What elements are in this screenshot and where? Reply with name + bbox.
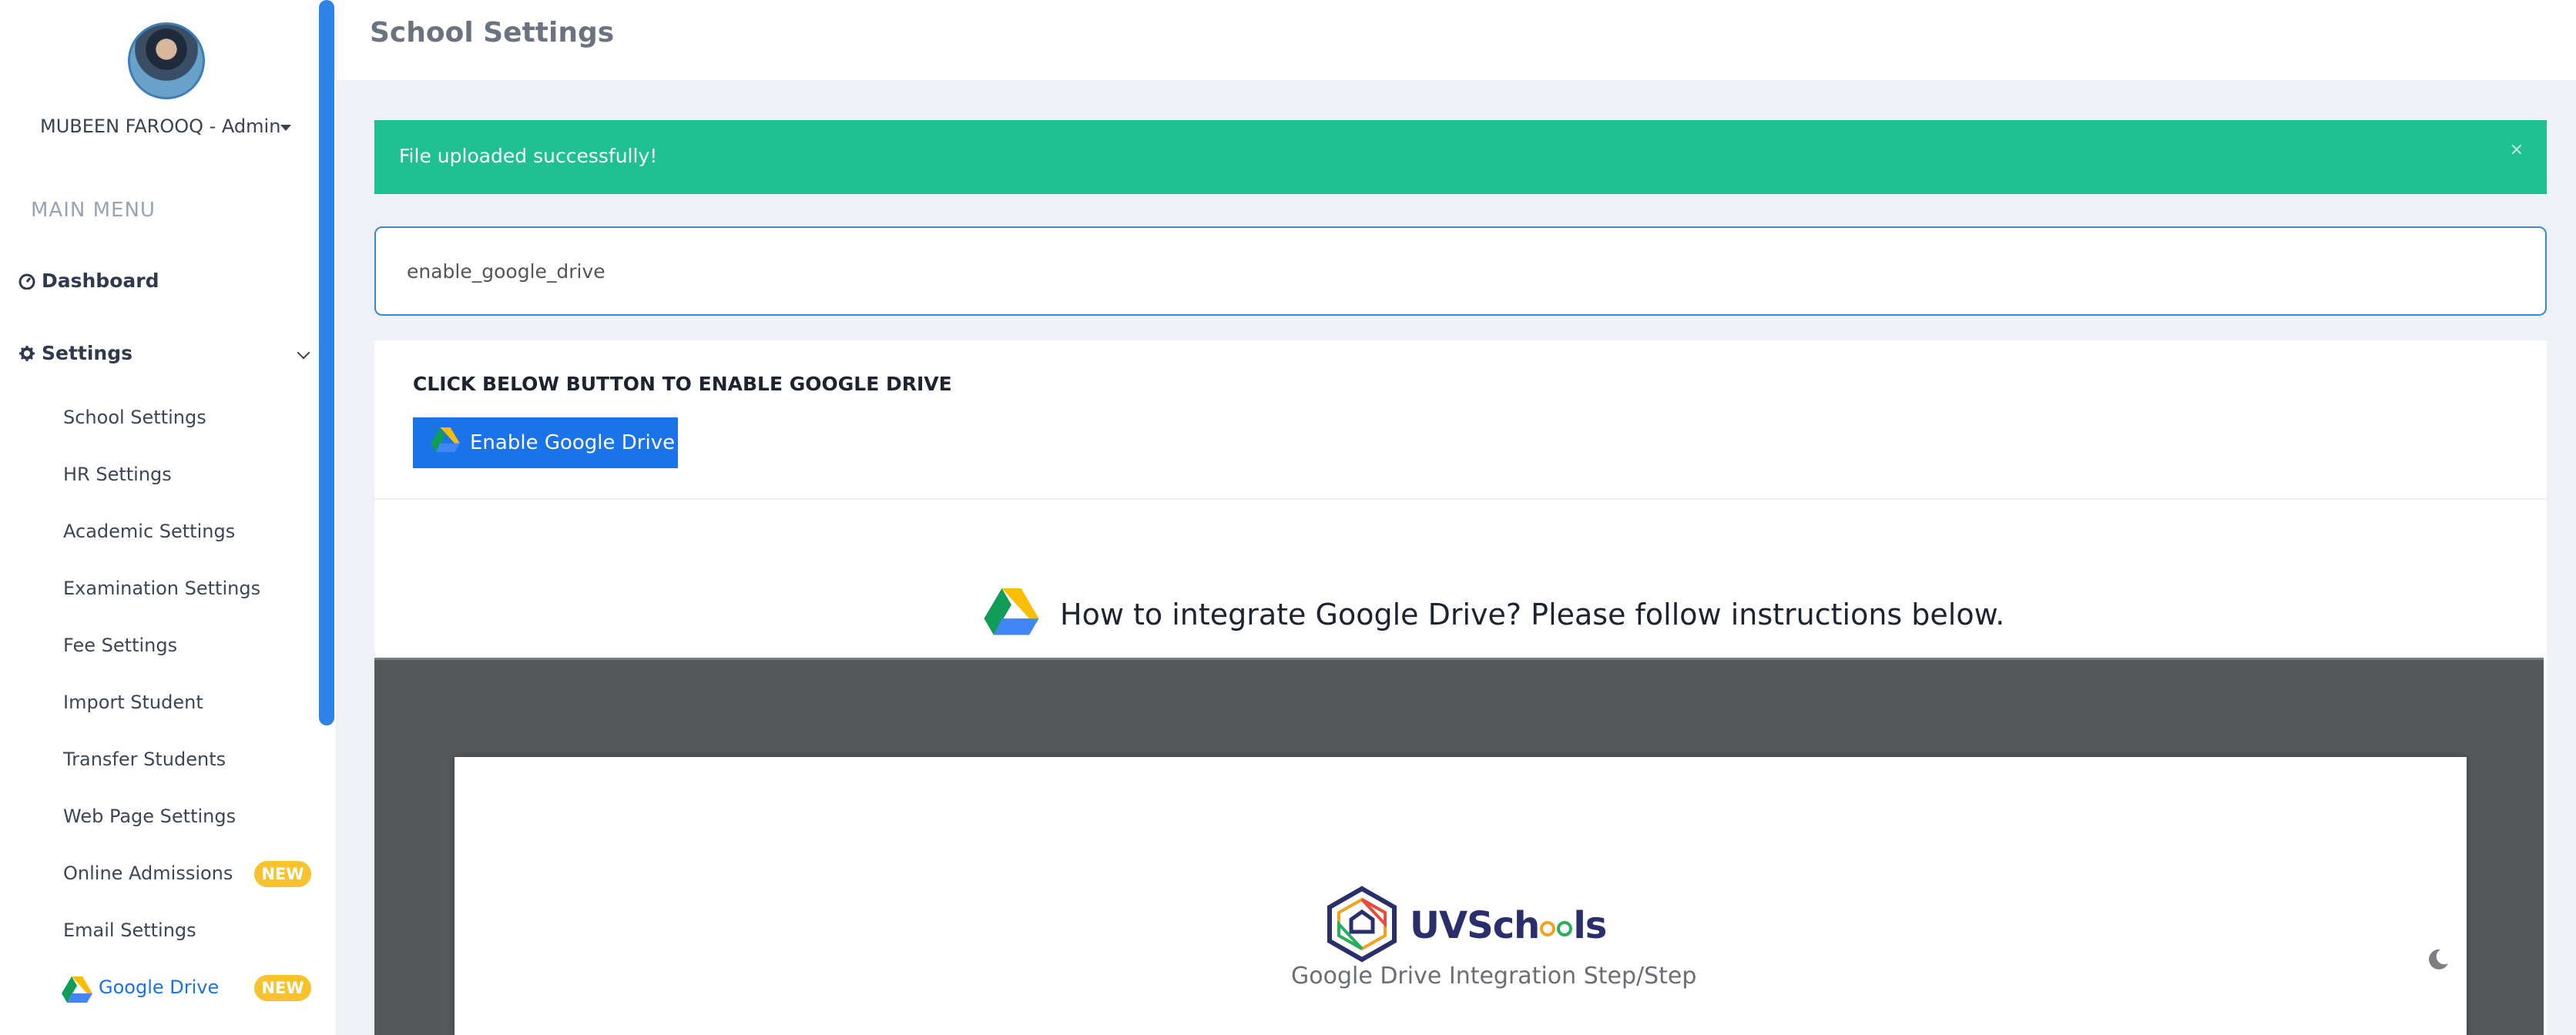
google-drive-icon <box>430 427 461 459</box>
sidebar-item-transfer-students[interactable]: Transfer Students <box>63 749 226 770</box>
user-name[interactable]: MUBEEN FAROOQ - Admin <box>40 116 280 137</box>
sidebar-scrollbar[interactable] <box>319 0 334 725</box>
sidebar-item-label: Dashboard <box>42 270 159 292</box>
success-alert: File uploaded successfully! × <box>374 120 2547 194</box>
sidebar-item-settings[interactable]: Settings <box>18 342 132 364</box>
user-menu-caret-icon[interactable] <box>280 125 291 131</box>
uvschools-logo-icon <box>1322 886 1402 966</box>
google-drive-icon <box>983 588 1040 641</box>
sidebar-item-fee-settings[interactable]: Fee Settings <box>63 635 177 656</box>
instructions-row: How to integrate Google Drive? Please fo… <box>983 588 2004 641</box>
chevron-down-icon[interactable] <box>297 346 310 360</box>
page-title: School Settings <box>370 17 615 49</box>
sidebar-item-examination-settings[interactable]: Examination Settings <box>63 578 260 599</box>
new-badge: NEW <box>254 861 311 887</box>
page-header: School Settings <box>336 0 2576 80</box>
logo-text: UVSch ls <box>1410 904 1607 947</box>
sidebar-item-google-drive[interactable]: Google Drive <box>99 976 219 998</box>
close-icon[interactable]: × <box>2510 140 2524 159</box>
sidebar-item-online-admissions[interactable]: Online Admissions <box>63 862 233 884</box>
dashboard-icon <box>18 273 35 290</box>
sidebar-item-import-student[interactable]: Import Student <box>63 692 203 713</box>
enable-google-drive-button[interactable]: Enable Google Drive <box>413 417 678 468</box>
sidebar-item-academic-settings[interactable]: Academic Settings <box>63 521 235 542</box>
preview-subtitle: Google Drive Integration Step/Step <box>1291 963 1697 990</box>
avatar[interactable] <box>128 22 205 99</box>
sidebar-item-hr-settings[interactable]: HR Settings <box>63 464 172 485</box>
config-key-input[interactable] <box>374 226 2547 316</box>
google-drive-icon <box>62 976 92 1004</box>
button-label: Enable Google Drive <box>470 431 676 454</box>
main-menu-label: MAIN MENU <box>31 199 156 222</box>
gear-icon <box>18 345 35 362</box>
sidebar: MUBEEN FAROOQ - Admin MAIN MENU Dashboar… <box>0 0 336 1035</box>
alert-message: File uploaded successfully! <box>399 145 658 167</box>
instructions-text: How to integrate Google Drive? Please fo… <box>1060 598 2005 631</box>
card-heading: CLICK BELOW BUTTON TO ENABLE GOOGLE DRIV… <box>413 373 952 395</box>
sidebar-item-web-page-settings[interactable]: Web Page Settings <box>63 806 236 827</box>
divider <box>374 498 2547 500</box>
sidebar-item-dashboard[interactable]: Dashboard <box>18 270 159 292</box>
sidebar-item-school-settings[interactable]: School Settings <box>63 407 206 428</box>
sidebar-item-email-settings[interactable]: Email Settings <box>63 919 196 941</box>
moon-icon[interactable] <box>2427 948 2450 971</box>
sidebar-item-label: Settings <box>42 342 133 364</box>
new-badge: NEW <box>254 975 311 1001</box>
uvschools-logo: UVSch ls <box>1322 886 1607 966</box>
